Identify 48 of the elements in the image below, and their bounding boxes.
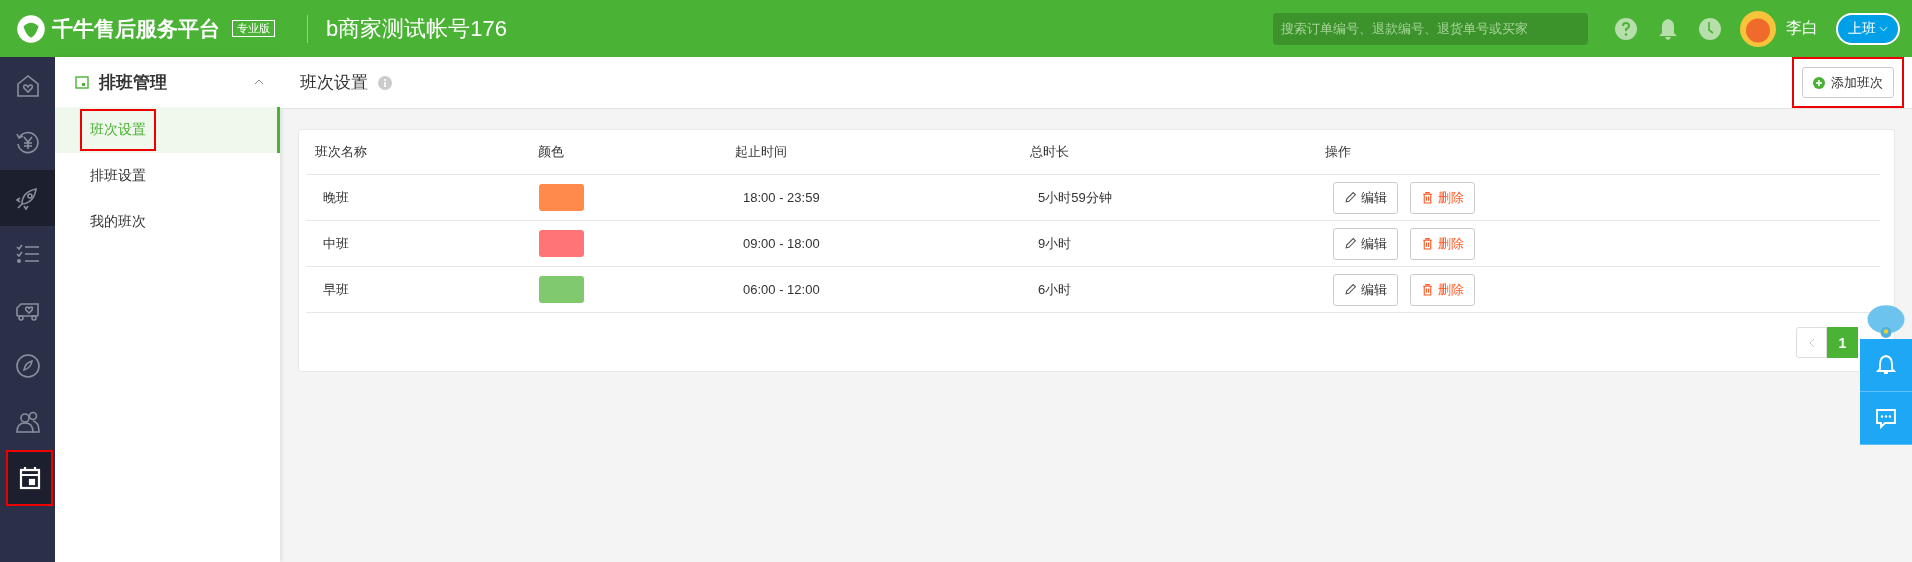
pencil-icon [1344,283,1357,296]
chat-button[interactable] [1860,392,1912,445]
trash-icon [1421,237,1434,250]
account-name: b商家测试帐号176 [326,14,507,43]
info-icon[interactable] [378,75,392,90]
edit-button[interactable]: 编辑 [1333,227,1398,260]
pencil-icon [1344,191,1357,204]
page-title: 班次设置 [300,72,368,94]
pencil-icon [1344,237,1357,250]
table-cell-text: 6小时 [1037,280,1073,299]
add-shift-button[interactable]: 添加班次 [1802,67,1894,98]
help-icon[interactable] [1614,16,1638,41]
caret-icon[interactable] [254,79,264,85]
menu-group-title[interactable]: 排班管理 [99,70,167,94]
search-field[interactable]: 搜索订单编号、退款编号、退货单号或买家 [1273,12,1588,45]
edit-button[interactable]: 编辑 [1333,181,1398,214]
table-cell-text: 06:00 - 12:00 [742,282,821,297]
trash-icon [1421,283,1434,296]
menu-item[interactable]: 排班设置 [80,155,156,197]
table-cell-text: 晚班 [322,188,350,207]
plus-icon [1813,76,1825,89]
edit-button[interactable]: 编辑 [1333,273,1398,306]
notification-button[interactable] [1860,339,1912,392]
column-header: 操作 [1324,143,1352,161]
column-header: 班次名称 [314,143,368,161]
table-cell-text: 18:00 - 23:59 [742,190,821,205]
edition-label: 专业版 [232,20,275,37]
caret-icon [1879,25,1888,32]
table-cell-text: 5小时59分钟 [1037,188,1113,207]
column-header: 总时长 [1029,143,1070,161]
chevron-left-icon [1808,337,1815,348]
table-cell-text: 09:00 - 18:00 [742,236,821,251]
logo-icon [16,13,46,44]
table-cell-text: 9小时 [1037,234,1073,253]
chat-icon [1874,406,1898,430]
trash-icon [1421,191,1434,204]
column-header: 起止时间 [734,143,788,161]
compass-icon [13,352,42,380]
column-header: 颜色 [537,143,565,161]
menu-item[interactable]: 我的班次 [80,201,156,243]
calendar-icon [75,75,89,89]
clock-icon[interactable] [1698,16,1722,41]
app-name: 千牛售后服务平台 [52,15,220,42]
table-cell-text: 中班 [322,234,350,253]
bell-icon [1874,353,1898,377]
table-cell-text: 早班 [322,280,350,299]
avatar-icon[interactable] [1740,10,1776,47]
nav-item[interactable] [6,450,53,506]
